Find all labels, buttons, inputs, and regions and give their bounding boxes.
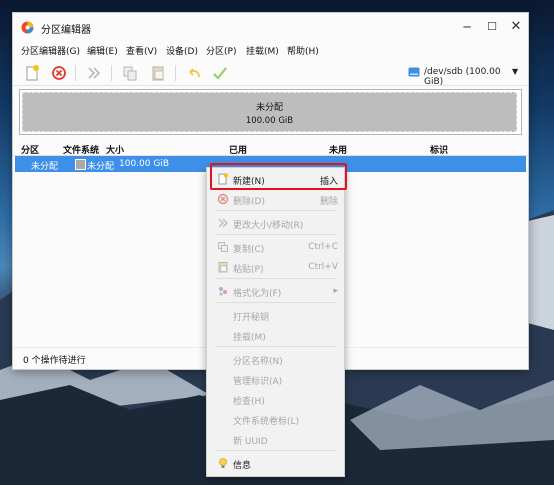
minimize-button[interactable]: ─	[458, 19, 476, 35]
resize-move-icon	[218, 218, 228, 228]
menu-item-label: 复制(C)	[233, 245, 265, 255]
copy-icon	[218, 242, 228, 252]
menu-item-label: 信息	[233, 461, 252, 471]
col-unused[interactable]: 未用	[329, 143, 347, 156]
menu-help[interactable]: 帮助(H)	[287, 44, 319, 57]
block-size: 100.00 GiB	[245, 116, 294, 126]
new-icon	[218, 173, 229, 185]
delete-icon[interactable]	[50, 64, 68, 82]
paste-icon	[218, 262, 228, 273]
menu-item-label: 挂载(M)	[233, 333, 266, 343]
menu-item-paste[interactable]: 粘贴(P) Ctrl+V	[207, 258, 344, 276]
menu-item-label: 管理标识(A)	[233, 377, 283, 387]
pending-operations-status: 0 个操作待进行	[23, 356, 86, 366]
col-used[interactable]: 已用	[229, 143, 247, 156]
disk-icon	[408, 67, 420, 77]
menu-mount[interactable]: 挂载(M)	[246, 44, 279, 57]
cell-filesystem: 未分配	[87, 162, 115, 172]
menu-item-label: 文件系统卷标(L)	[233, 417, 300, 427]
menu-item-label: 检查(H)	[233, 397, 265, 407]
cell-size: 100.00 GiB	[119, 159, 170, 169]
menu-item-label: 新建(N)	[233, 177, 265, 187]
menu-edit[interactable]: 编辑(E)	[87, 44, 118, 57]
col-filesystem[interactable]: 文件系统	[63, 143, 99, 156]
info-icon	[219, 458, 227, 468]
partition-table-header: 分区 文件系统 大小 已用 未用 标识	[13, 141, 528, 156]
close-button[interactable]: ✕	[507, 19, 525, 35]
apply-icon[interactable]	[211, 64, 229, 82]
menu-separator	[215, 278, 336, 279]
menu-item-resize-move[interactable]: 更改大小/移动(R)	[207, 214, 344, 232]
menu-item-label: 删除(D)	[233, 197, 265, 207]
menu-item-delete[interactable]: 删除(D) 删除	[207, 190, 344, 208]
app-logo-icon	[21, 21, 34, 34]
new-icon[interactable]	[23, 64, 41, 82]
toolbar: /dev/sdb (100.00 GiB) ▼	[13, 61, 528, 87]
menu-item-label: 打开秘钥	[233, 313, 270, 323]
unallocated-block[interactable]: 未分配 100.00 GiB	[22, 92, 517, 132]
menu-item-label: 更改大小/移动(R)	[233, 221, 304, 231]
col-partition[interactable]: 分区	[21, 143, 39, 156]
paste-icon[interactable]	[149, 64, 167, 82]
menu-separator	[215, 302, 336, 303]
toolbar-divider	[75, 65, 76, 81]
toolbar-divider	[175, 65, 176, 81]
menu-item-shortcut: Ctrl+C	[308, 242, 338, 252]
copy-icon[interactable]	[121, 64, 139, 82]
menu-item-manage-flags[interactable]: 管理标识(A)	[207, 370, 344, 388]
menu-item-format[interactable]: 格式化为(F) ▸	[207, 282, 344, 300]
menu-device[interactable]: 设备(D)	[166, 44, 198, 57]
title-bar: 分区编辑器 ─ ☐ ✕	[13, 13, 528, 41]
col-flags[interactable]: 标识	[430, 143, 448, 156]
menu-item-shortcut: 插入	[319, 177, 338, 187]
menu-item-label: 分区名称(N)	[233, 357, 283, 367]
menu-separator	[215, 234, 336, 235]
menu-separator	[215, 346, 336, 347]
filesystem-color-swatch	[75, 159, 86, 170]
menu-item-fs-label[interactable]: 文件系统卷标(L)	[207, 410, 344, 428]
resize-move-icon[interactable]	[85, 64, 103, 82]
window-title: 分区编辑器	[41, 25, 91, 36]
undo-icon[interactable]	[185, 64, 203, 82]
menu-partition[interactable]: 分区(P)	[206, 44, 236, 57]
submenu-arrow-icon: ▸	[333, 286, 338, 296]
menu-item-partition-name[interactable]: 分区名称(N)	[207, 350, 344, 368]
menu-item-label: 粘贴(P)	[233, 265, 264, 275]
chevron-down-icon: ▼	[512, 67, 519, 76]
menu-item-copy[interactable]: 复制(C) Ctrl+C	[207, 238, 344, 256]
col-size[interactable]: 大小	[106, 143, 124, 156]
format-icon	[219, 287, 227, 296]
menu-item-label: 格式化为(F)	[233, 289, 282, 299]
menu-view[interactable]: 查看(V)	[126, 44, 157, 57]
menu-item-check[interactable]: 检查(H)	[207, 390, 344, 408]
context-menu: 新建(N) 插入 删除(D) 删除 更改大小/移动(R) 复制(C) Ctrl+…	[206, 167, 345, 477]
menu-separator	[215, 210, 336, 211]
menu-separator	[215, 450, 336, 451]
block-name: 未分配	[255, 103, 283, 113]
device-label: /dev/sdb (100.00 GiB)	[424, 67, 501, 87]
menu-item-shortcut: Ctrl+V	[308, 262, 338, 272]
device-selector[interactable]: /dev/sdb (100.00 GiB) ▼	[406, 65, 522, 87]
menu-item-info[interactable]: 信息	[207, 454, 344, 472]
delete-icon	[217, 193, 229, 205]
menu-item-shortcut: 删除	[319, 197, 338, 207]
menu-item-mount[interactable]: 挂载(M)	[207, 326, 344, 344]
menu-gparted[interactable]: 分区编辑器(G)	[21, 44, 80, 57]
maximize-button[interactable]: ☐	[483, 19, 501, 35]
menu-bar: 分区编辑器(G) 编辑(E) 查看(V) 设备(D) 分区(P) 挂载(M) 帮…	[13, 41, 528, 59]
menu-item-label: 新 UUID	[233, 437, 268, 447]
menu-item-new[interactable]: 新建(N) 插入	[207, 170, 344, 188]
menu-item-new-uuid[interactable]: 新 UUID	[207, 430, 344, 448]
partition-map[interactable]: 未分配 100.00 GiB	[19, 89, 522, 135]
toolbar-divider	[111, 65, 112, 81]
cell-partition: 未分配	[31, 162, 59, 172]
menu-item-open-key[interactable]: 打开秘钥	[207, 306, 344, 324]
